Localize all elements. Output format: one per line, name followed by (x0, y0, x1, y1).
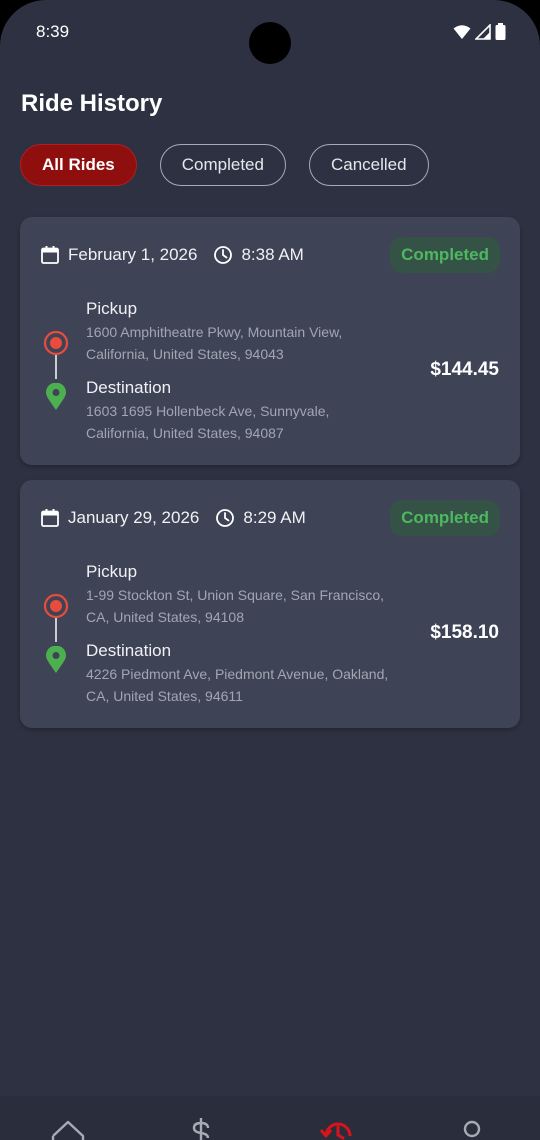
pickup-marker-icon (42, 329, 70, 357)
filter-chip-completed[interactable]: Completed (159, 144, 286, 186)
destination-label: Destination (86, 378, 172, 397)
destination-pin-icon (46, 646, 66, 673)
ride-card[interactable]: February 1, 2026 8:38 AM Completed Picku… (20, 217, 520, 465)
camera-cutout (249, 22, 291, 64)
clock-icon (213, 245, 233, 265)
destination-address: 1603 1695 Hollenbeck Ave, Sunnyvale, Cal… (86, 403, 330, 441)
ride-date: February 1, 2026 (68, 245, 198, 264)
status-badge: Completed (390, 500, 500, 536)
destination-label: Destination (86, 641, 172, 660)
profile-icon[interactable] (461, 1118, 483, 1140)
pickup-stop: Pickup 1-99 Stockton St, Union Square, S… (86, 562, 396, 628)
pickup-stop: Pickup 1600 Amphitheatre Pkwy, Mountain … (86, 299, 396, 365)
destination-stop: Destination 4226 Piedmont Ave, Piedmont … (86, 641, 396, 707)
status-badge: Completed (390, 237, 500, 273)
destination-address: 4226 Piedmont Ave, Piedmont Avenue, Oakl… (86, 666, 389, 704)
pickup-marker-icon (42, 592, 70, 620)
cell-signal-icon (475, 23, 491, 40)
ride-date: January 29, 2026 (68, 508, 200, 527)
ride-card[interactable]: January 29, 2026 8:29 AM Completed Picku… (20, 480, 520, 728)
pickup-address: 1-99 Stockton St, Union Square, San Fran… (86, 587, 385, 625)
ride-fare: $144.45 (430, 359, 499, 380)
destination-stop: Destination 1603 1695 Hollenbeck Ave, Su… (86, 378, 396, 444)
ride-history-screen: 8:39 Ride History All Rides Completed Ca… (0, 0, 540, 1140)
status-bar: 8:39 (0, 0, 540, 64)
filter-chip-cancelled[interactable]: Cancelled (308, 144, 429, 186)
dollar-icon[interactable] (188, 1118, 214, 1140)
status-time: 8:39 (36, 22, 70, 41)
pickup-label: Pickup (86, 299, 138, 318)
status-icons (453, 23, 506, 40)
history-icon[interactable] (320, 1118, 354, 1140)
home-icon[interactable] (51, 1118, 85, 1140)
page-title: Ride History (21, 90, 163, 117)
battery-icon (495, 23, 506, 40)
ride-card-header: January 29, 2026 8:29 AM Completed (40, 500, 500, 536)
bottom-nav (0, 1096, 540, 1140)
ride-time: 8:29 AM (243, 508, 306, 527)
pickup-address: 1600 Amphitheatre Pkwy, Mountain View, C… (86, 324, 343, 362)
calendar-icon (40, 508, 60, 528)
ride-fare: $158.10 (430, 622, 499, 643)
filter-chip-all-rides[interactable]: All Rides (20, 144, 137, 186)
wifi-icon (453, 24, 471, 39)
calendar-icon (40, 245, 60, 265)
ride-card-header: February 1, 2026 8:38 AM Completed (40, 237, 500, 273)
ride-filter-chips: All Rides Completed Cancelled (20, 144, 429, 186)
pickup-label: Pickup (86, 562, 138, 581)
clock-icon (215, 508, 235, 528)
ride-time: 8:38 AM (241, 245, 304, 264)
destination-pin-icon (46, 383, 66, 410)
